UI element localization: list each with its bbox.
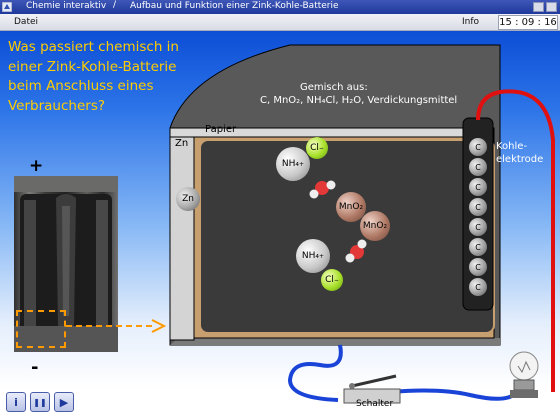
info-icon: i	[14, 395, 18, 409]
info-button[interactable]: i	[6, 392, 26, 412]
play-icon: ▶	[59, 395, 69, 409]
carbon-atom: C	[469, 278, 487, 296]
ammonium-ion-1-charge: +	[299, 160, 305, 168]
mixture-heading: Gemisch aus:	[300, 82, 368, 93]
zinc-atom: Zn	[176, 187, 200, 211]
chloride-ion-1-charge: −	[318, 144, 324, 152]
pause-button[interactable]: ❚❚	[30, 392, 50, 412]
zinc-label: Zn	[175, 138, 189, 149]
carbon-electrode-label: Kohle- elektrode	[496, 140, 543, 166]
pause-icon: ❚❚	[33, 397, 47, 407]
play-button[interactable]: ▶	[54, 392, 74, 412]
carbon-atom: C	[469, 158, 487, 176]
carbon-atom: C	[469, 198, 487, 216]
chloride-ion-2-text: Cl	[325, 275, 334, 285]
manganese-dioxide-2: MnO₂	[360, 211, 390, 241]
carbon-atom: C	[469, 238, 487, 256]
carbon-electrode-label-1: Kohle-	[496, 141, 528, 152]
ammonium-ion-2-charge: +	[319, 252, 325, 260]
ammonium-ion-1: NH₄ +	[276, 147, 310, 181]
carbon-atom: C	[469, 138, 487, 156]
carbon-electrode-label-2: elektrode	[496, 154, 544, 165]
chloride-ion-2-charge: −	[333, 276, 339, 284]
ammonium-ion-1-text: NH₄	[281, 159, 300, 169]
carbon-atom: C	[469, 178, 487, 196]
switch-label: Schalter	[356, 399, 394, 409]
chloride-ion-1: Cl −	[306, 137, 328, 159]
light-bulb	[509, 351, 539, 398]
chloride-ion-1-text: Cl	[310, 143, 319, 153]
mixture-list: C, MnO₂, NH₄Cl, H₂O, Verdickungsmittel	[260, 95, 458, 106]
carbon-atom: C	[469, 258, 487, 276]
chloride-ion-2: Cl −	[321, 269, 343, 291]
paper-label: Papier	[205, 124, 237, 135]
carbon-atom: C	[469, 218, 487, 236]
ammonium-ion-2-text: NH₄	[301, 251, 320, 261]
ammonium-ion-2: NH₄ +	[296, 239, 330, 273]
